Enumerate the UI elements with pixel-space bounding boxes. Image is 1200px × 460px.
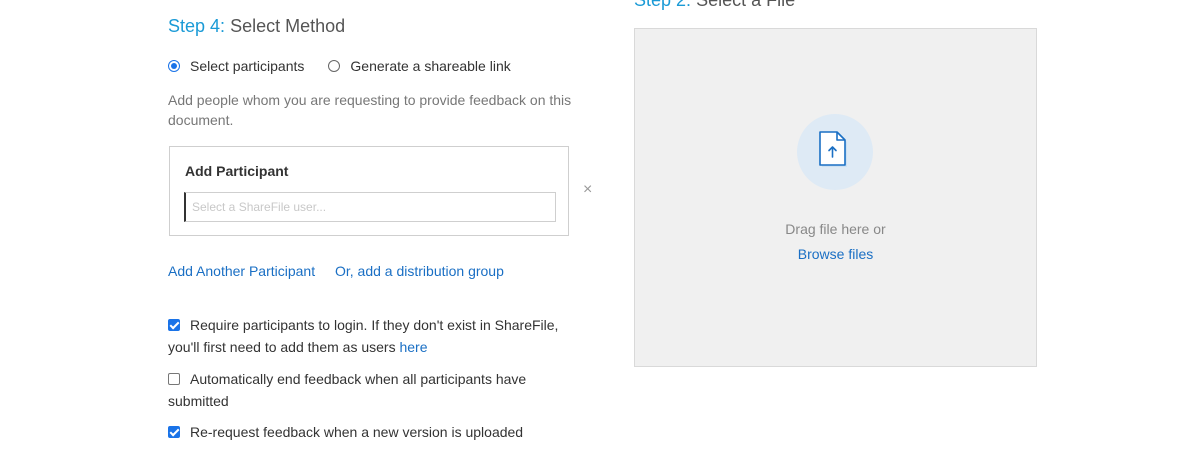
method-radio-group: Select participants Generate a shareable… xyxy=(168,58,535,74)
step-2-title: Step 2: Select a File xyxy=(634,0,795,11)
participant-links: Add Another Participant Or, add a distri… xyxy=(168,263,520,279)
step-2-number: Step 2: xyxy=(634,0,692,10)
rerequest-option: Re-request feedback when a new version i… xyxy=(168,421,588,443)
drag-file-text: Drag file here or xyxy=(785,221,886,237)
method-description: Add people whom you are requesting to pr… xyxy=(168,92,572,128)
add-distribution-group-link[interactable]: Or, add a distribution group xyxy=(335,263,504,279)
rerequest-checkbox[interactable] xyxy=(168,426,180,438)
add-participant-label: Add Participant xyxy=(185,163,289,179)
shareable-link-label: Generate a shareable link xyxy=(350,58,511,74)
require-login-label: Require participants to login. If they d… xyxy=(168,317,559,355)
upload-icon-circle xyxy=(797,114,873,190)
radio-selected-icon[interactable] xyxy=(168,60,180,72)
step-4-title: Step 4: Select Method xyxy=(168,16,345,37)
auto-end-label: Automatically end feedback when all part… xyxy=(168,371,527,409)
add-participant-panel: Add Participant xyxy=(169,146,569,236)
step-4-number: Step 4: xyxy=(168,16,226,36)
radio-unselected-icon[interactable] xyxy=(328,60,341,72)
select-participants-label: Select participants xyxy=(190,58,305,74)
select-participants-radio[interactable]: Select participants xyxy=(168,58,304,74)
require-login-option: Require participants to login. If they d… xyxy=(168,314,588,358)
shareable-link-radio[interactable]: Generate a shareable link xyxy=(328,58,511,74)
add-another-participant-link[interactable]: Add Another Participant xyxy=(168,263,315,279)
auto-end-option: Automatically end feedback when all part… xyxy=(168,368,588,412)
auto-end-checkbox[interactable] xyxy=(168,373,180,385)
require-login-checkbox[interactable] xyxy=(168,319,180,331)
file-dropzone[interactable]: Drag file here or Browse files xyxy=(634,28,1037,367)
browse-files-link[interactable]: Browse files xyxy=(798,246,873,262)
participant-search-input[interactable] xyxy=(184,192,556,222)
rerequest-label: Re-request feedback when a new version i… xyxy=(190,424,524,440)
step-2-heading: Select a File xyxy=(696,0,796,10)
step-4-heading: Select Method xyxy=(230,16,346,36)
close-icon[interactable]: × xyxy=(583,180,592,200)
file-upload-icon xyxy=(819,131,847,167)
add-users-here-link[interactable]: here xyxy=(399,339,427,355)
